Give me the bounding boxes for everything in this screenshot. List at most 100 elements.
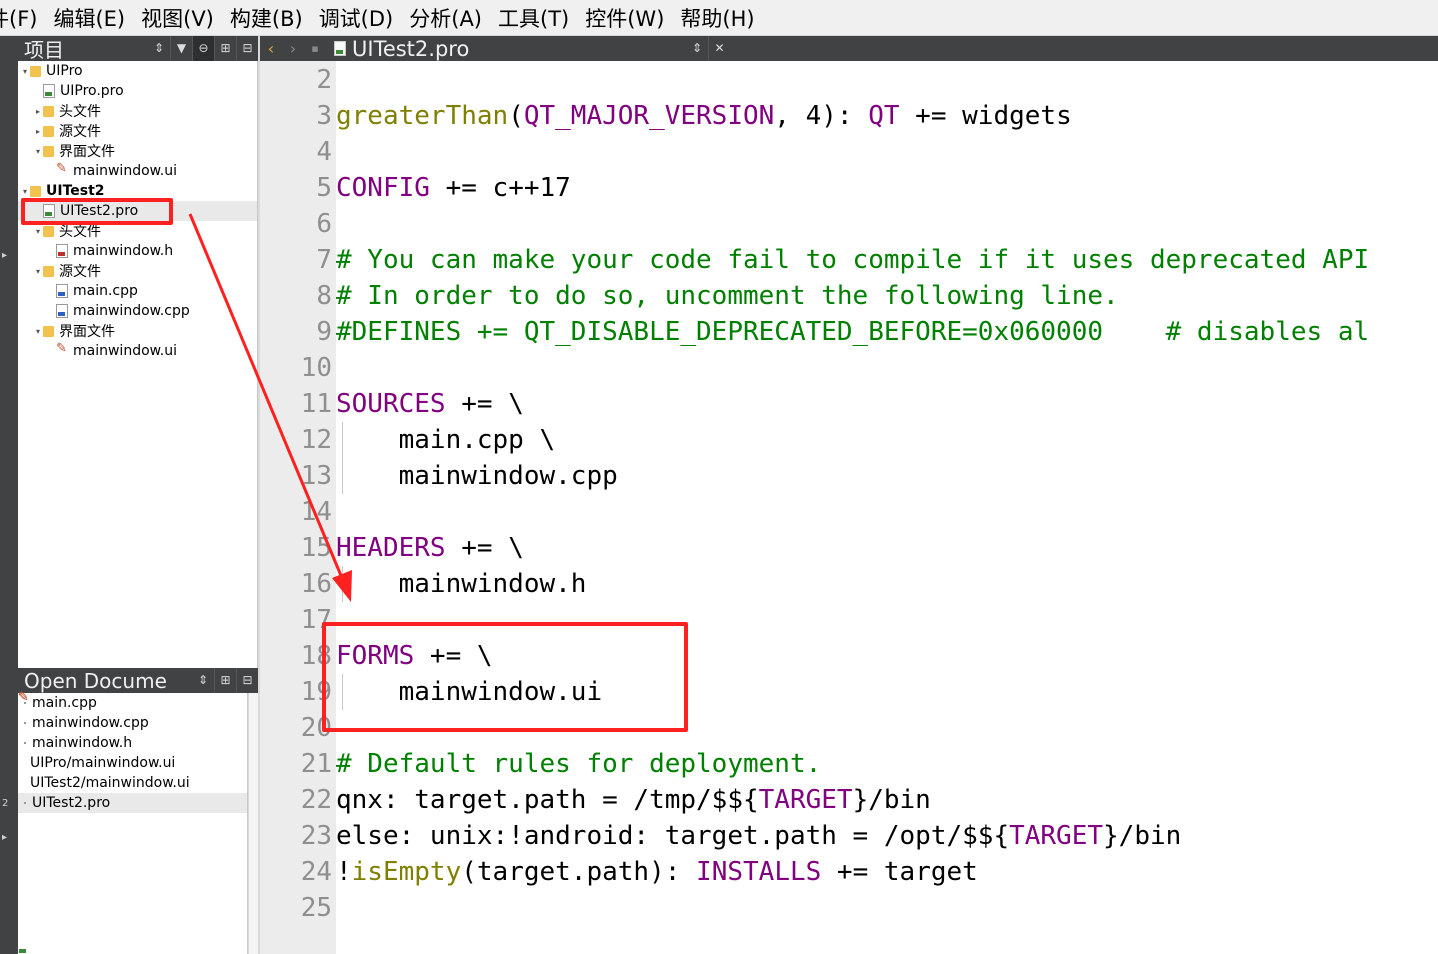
expand-arrow-icon[interactable]: ▾	[33, 227, 43, 236]
editor-toolbar: ‹ › ▪ UITest2.pro ⇕ ✕	[260, 36, 1438, 61]
tree-item[interactable]: ▾ 源文件	[18, 261, 257, 281]
open-document-item[interactable]: UITest2.pro	[18, 793, 247, 813]
collapse-arrow-icon[interactable]: ▸	[33, 127, 43, 136]
open-documents-scrollbar[interactable]	[248, 693, 258, 954]
open-documents-title[interactable]: Open Docume	[18, 669, 192, 693]
open-document-item[interactable]: mainwindow.cpp	[18, 713, 247, 733]
tree-item-label: UIPro	[46, 63, 83, 79]
line-number: 12	[300, 425, 332, 455]
tree-item[interactable]: ▾ 界面文件	[18, 321, 257, 341]
line-number: 16	[300, 569, 332, 599]
filter-icon[interactable]: ▼	[170, 36, 192, 61]
code-text: += c++17	[429, 173, 571, 203]
menu-item[interactable]: 视图(V)	[125, 3, 224, 33]
menu-item[interactable]: 构建(B)	[214, 3, 313, 33]
code-editor[interactable]: greaterThan(QT_MAJOR_VERSION, 4): QT += …	[336, 61, 1438, 954]
header-folder-icon	[43, 225, 54, 237]
tree-item[interactable]: mainwindow.ui	[18, 161, 257, 181]
code-line: SOURCES += \	[336, 386, 524, 422]
document-title[interactable]: UITest2.pro	[346, 37, 686, 61]
project-pane-title[interactable]: 项目	[18, 34, 148, 63]
project-pane-toolbar: 项目 ⇕ ▼ ⊖ ⊞ ⊟	[18, 34, 258, 63]
collapse-arrow-icon[interactable]: ▸	[33, 107, 43, 116]
expand-arrow-icon[interactable]: ▾	[20, 187, 30, 196]
open-documents-toolbar: Open Docume ⇕ ⊞ ⊟	[18, 668, 258, 693]
tree-item[interactable]: UIPro.pro	[18, 81, 257, 101]
line-number: 8	[316, 281, 332, 311]
expand-arrow-icon[interactable]: ▾	[33, 147, 43, 156]
code-text: mainwindow.ui	[336, 677, 603, 707]
expand-arrow-icon[interactable]: ▾	[20, 67, 30, 76]
code-keyword: QT	[868, 101, 900, 131]
expand-arrow-icon[interactable]: ▾	[33, 327, 43, 336]
menu-item[interactable]: 编辑(E)	[37, 3, 135, 33]
code-text: qnx: target.path = /tmp/$${	[336, 785, 759, 815]
open-document-item[interactable]: main.cpp	[18, 693, 247, 713]
menu-item[interactable]: 调试(D)	[303, 3, 404, 33]
tree-item[interactable]: ▾ 界面文件	[18, 141, 257, 161]
menu-bar: 件(F)编辑(E)视图(V)构建(B)调试(D)分析(A)工具(T)控件(W)帮…	[0, 0, 1438, 36]
tree-item[interactable]: mainwindow.cpp	[18, 301, 257, 321]
code-text: += widgets	[899, 101, 1072, 131]
tree-item[interactable]: mainwindow.h	[18, 241, 257, 261]
back-arrow-icon[interactable]: ‹	[260, 39, 282, 58]
project-icon	[30, 65, 41, 77]
tree-item[interactable]: UITest2.pro	[18, 201, 257, 221]
document-selector-icon[interactable]: ⇕	[686, 36, 708, 61]
code-keyword: FORMS	[336, 641, 415, 671]
pro-file-icon	[334, 41, 346, 56]
tree-item-label: UIPro.pro	[60, 83, 124, 99]
header-folder-icon	[43, 105, 54, 117]
tree-item[interactable]: ▾ UITest2	[18, 181, 257, 201]
menu-item[interactable]: 分析(A)	[393, 3, 492, 33]
line-number: 15	[300, 533, 332, 563]
split-pane-icon[interactable]: ⊞	[214, 668, 236, 693]
tree-item[interactable]: ▸ 源文件	[18, 121, 257, 141]
open-document-label: main.cpp	[32, 695, 97, 711]
menu-item[interactable]: 工具(T)	[482, 3, 579, 33]
close-document-icon[interactable]: ✕	[708, 36, 730, 61]
open-document-item[interactable]: UIPro/mainwindow.ui	[18, 753, 247, 773]
open-document-label: UIPro/mainwindow.ui	[30, 755, 176, 771]
pane-selector-icon[interactable]: ⇕	[148, 36, 170, 61]
code-keyword: INSTALLS	[696, 857, 822, 887]
close-pane-icon[interactable]: ⊟	[236, 36, 258, 61]
open-document-item[interactable]: mainwindow.h	[18, 733, 247, 753]
tree-item[interactable]: ▾ UIPro	[18, 61, 257, 81]
code-keyword: QT_MAJOR_VERSION	[523, 101, 775, 131]
code-function: greaterThan	[336, 101, 509, 131]
pro-file-icon	[43, 84, 55, 98]
code-comment: # Default rules for deployment.	[336, 749, 822, 779]
tree-item[interactable]: main.cpp	[18, 281, 257, 301]
line-number: 7	[316, 245, 332, 275]
forward-arrow-icon[interactable]: ›	[282, 39, 304, 58]
tree-item-label: mainwindow.ui	[73, 163, 178, 179]
expand-arrow-icon[interactable]: ▾	[33, 267, 43, 276]
pane-selector-icon[interactable]: ⇕	[192, 668, 214, 693]
line-number: 23	[300, 821, 332, 851]
code-line: mainwindow.ui	[336, 674, 603, 710]
menu-item[interactable]: 帮助(H)	[664, 3, 764, 33]
menu-item[interactable]: 控件(W)	[569, 3, 674, 33]
split-pane-icon[interactable]: ⊞	[214, 36, 236, 61]
expand-arrow-icon[interactable]: ▸	[2, 832, 7, 843]
code-line: # Default rules for deployment.	[336, 746, 821, 782]
open-document-label: UITest2/mainwindow.ui	[30, 775, 190, 791]
tree-item[interactable]: ▸ 头文件	[18, 101, 257, 121]
tree-item[interactable]: mainwindow.ui	[18, 341, 257, 361]
tree-item-label: 界面文件	[59, 144, 115, 160]
line-number: 11	[300, 389, 332, 419]
collapse-arrow-icon[interactable]: ▸	[2, 250, 7, 261]
code-keyword: HEADERS	[336, 533, 446, 563]
line-number: 3	[316, 101, 332, 131]
code-line: else: unix:!android: target.path = /opt/…	[336, 818, 1181, 854]
open-document-item[interactable]: UITest2/mainwindow.ui	[18, 773, 247, 793]
close-pane-icon[interactable]: ⊟	[236, 668, 258, 693]
line-number: 21	[300, 749, 332, 779]
tree-item[interactable]: ▾ 头文件	[18, 221, 257, 241]
link-with-editor-icon[interactable]: ⊖	[192, 36, 214, 61]
lock-icon: ▪	[311, 42, 319, 55]
open-documents-list: main.cpp mainwindow.cpp mainwindow.h UIPro/…	[18, 693, 248, 954]
code-line: mainwindow.h	[336, 566, 587, 602]
code-line: greaterThan(QT_MAJOR_VERSION, 4): QT += …	[336, 98, 1072, 134]
